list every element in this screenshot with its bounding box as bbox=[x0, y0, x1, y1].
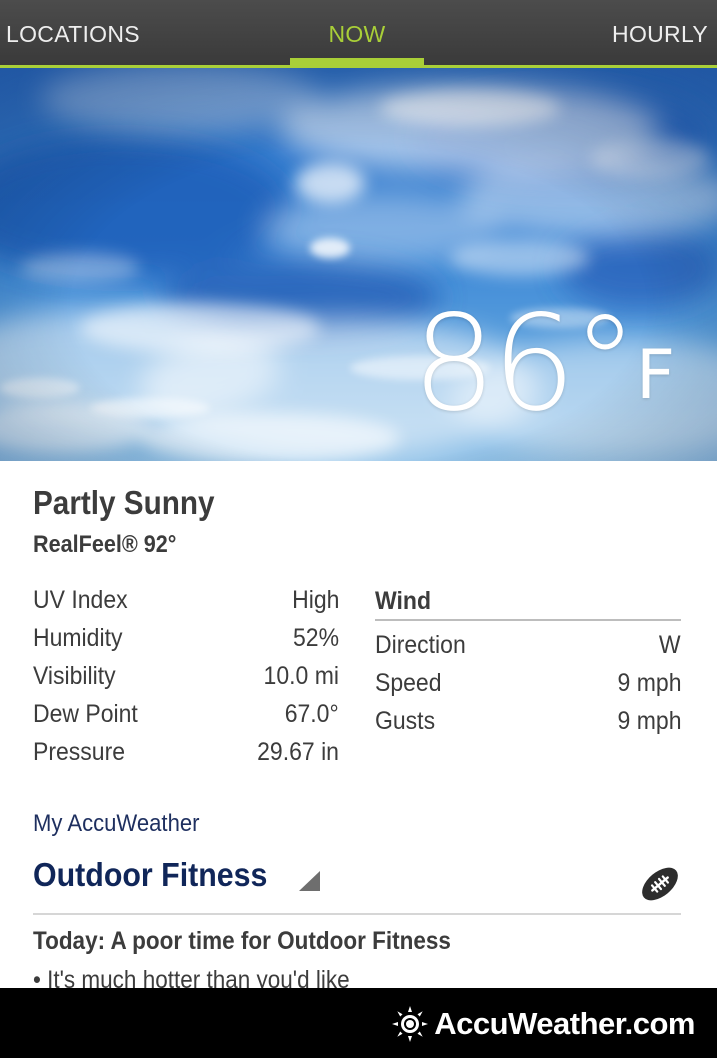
detail-value: 29.67 in bbox=[257, 738, 339, 766]
tab-bar: LOCATIONS NOW HOURLY bbox=[0, 0, 717, 68]
wind-title: Wind bbox=[375, 582, 681, 621]
detail-value: High bbox=[291, 586, 339, 614]
brand-text: AccuWeather.com bbox=[434, 1006, 695, 1041]
sky-background-image: 86° F bbox=[0, 68, 717, 461]
wind-value: W bbox=[659, 631, 681, 659]
wind-details: Wind Direction W Speed 9 mph Gusts 9 mph bbox=[375, 582, 681, 741]
wind-label: Speed bbox=[375, 669, 442, 697]
wind-direction: Direction W bbox=[375, 627, 681, 665]
detail-uv-index: UV Index High bbox=[33, 582, 339, 620]
football-icon[interactable] bbox=[638, 862, 682, 906]
detail-value: 67.0° bbox=[285, 700, 339, 728]
activity-forecast-title: Today: A poor time for Outdoor Fitness bbox=[33, 927, 451, 955]
accuweather-logo[interactable]: AccuWeather.com bbox=[392, 1002, 695, 1046]
wind-title-label: Wind bbox=[375, 587, 432, 615]
realfeel-temperature: RealFeel® 92° bbox=[33, 531, 177, 558]
activity-dropdown[interactable]: Outdoor Fitness bbox=[33, 852, 333, 902]
wind-label: Gusts bbox=[375, 707, 436, 735]
footer-bar: AccuWeather.com bbox=[0, 988, 717, 1058]
tab-now-label: NOW bbox=[328, 21, 386, 47]
my-accuweather-label: My AccuWeather bbox=[33, 810, 200, 837]
active-tab-indicator bbox=[290, 58, 424, 65]
wind-gusts: Gusts 9 mph bbox=[375, 703, 681, 741]
detail-label: Pressure bbox=[33, 738, 126, 766]
wind-value: 9 mph bbox=[617, 707, 681, 735]
detail-label: Dew Point bbox=[33, 700, 138, 728]
section-divider bbox=[33, 913, 681, 915]
sun-icon bbox=[392, 1006, 429, 1042]
wind-value: 9 mph bbox=[617, 669, 681, 697]
temperature-unit: F bbox=[636, 336, 676, 415]
dropdown-triangle-icon bbox=[299, 871, 320, 891]
detail-label: Humidity bbox=[33, 624, 123, 652]
accuweather-app: LOCATIONS NOW HOURLY 86° F Partly Sunny … bbox=[0, 0, 717, 1058]
detail-visibility: Visibility 10.0 mi bbox=[33, 658, 339, 696]
detail-value: 10.0 mi bbox=[263, 662, 339, 690]
tab-now[interactable]: NOW bbox=[290, 0, 424, 65]
wind-speed: Speed 9 mph bbox=[375, 665, 681, 703]
wind-label: Direction bbox=[375, 631, 466, 659]
detail-label: UV Index bbox=[33, 586, 128, 614]
tab-hourly[interactable]: HOURLY bbox=[612, 0, 708, 65]
weather-details: UV Index High Humidity 52% Visibility 10… bbox=[33, 582, 339, 772]
tab-locations[interactable]: LOCATIONS bbox=[6, 0, 140, 65]
detail-value: 52% bbox=[292, 624, 339, 652]
activity-name: Outdoor Fitness bbox=[33, 856, 268, 893]
detail-dew-point: Dew Point 67.0° bbox=[33, 696, 339, 734]
detail-pressure: Pressure 29.67 in bbox=[33, 734, 339, 772]
detail-label: Visibility bbox=[33, 662, 116, 690]
temperature-value: 86° bbox=[412, 287, 638, 441]
weather-condition: Partly Sunny bbox=[33, 484, 215, 521]
detail-humidity: Humidity 52% bbox=[33, 620, 339, 658]
